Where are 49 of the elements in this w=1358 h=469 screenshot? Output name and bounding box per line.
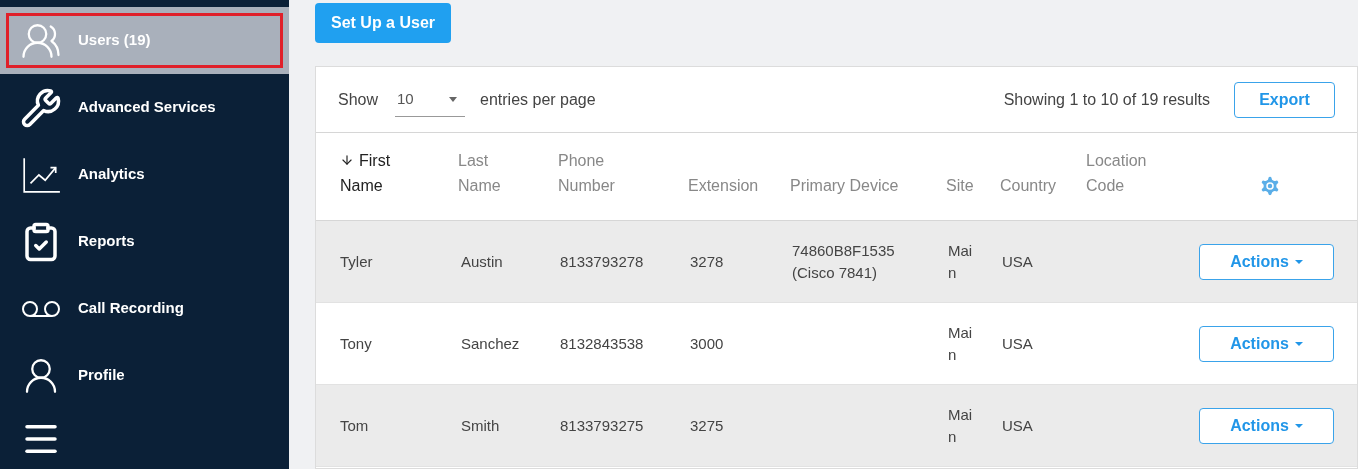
column-header[interactable]: Site bbox=[928, 173, 982, 198]
per-page-label: entries per page bbox=[480, 89, 596, 110]
table-cell-text: Main bbox=[948, 240, 974, 283]
table-cell-text: Sanchez bbox=[461, 333, 521, 354]
actions-button[interactable]: Actions bbox=[1199, 243, 1334, 280]
column-header[interactable]: Primary Device bbox=[772, 173, 928, 198]
column-header[interactable]: Last Name bbox=[440, 148, 540, 198]
column-header[interactable]: Country bbox=[982, 173, 1068, 198]
table-cell-text: Austin bbox=[461, 251, 504, 272]
caret-icon bbox=[1294, 341, 1303, 346]
sidebar-item[interactable]: Analytics bbox=[0, 141, 289, 208]
voicemail-icon bbox=[21, 298, 61, 319]
sidebar-item[interactable]: Profile bbox=[0, 342, 289, 409]
caret-icon bbox=[449, 96, 458, 102]
table-cell-text: 3275 bbox=[690, 415, 725, 436]
sort-down-icon bbox=[340, 153, 354, 168]
column-header[interactable]: Location Code bbox=[1068, 148, 1190, 198]
setup-user-button[interactable]: Set Up a User bbox=[315, 3, 452, 43]
sidebar-item[interactable]: Users (19) bbox=[0, 7, 289, 74]
tools-icon bbox=[20, 86, 62, 129]
table-cell-text: Main bbox=[948, 322, 974, 365]
export-button[interactable]: Export bbox=[1234, 81, 1335, 118]
column-header[interactable]: Extension bbox=[670, 173, 772, 198]
table-cell-text: Tyler bbox=[340, 251, 374, 272]
table-cell-text: 8132843538 bbox=[560, 333, 645, 354]
table-cell-text: Smith bbox=[461, 415, 501, 436]
table-cell-text: USA bbox=[1002, 333, 1034, 354]
table-cell-text: USA bbox=[1002, 415, 1034, 436]
show-label: Show bbox=[338, 89, 379, 110]
sidebar-item[interactable]: Reports bbox=[0, 208, 289, 275]
table-cell-text: 74860B8F1535 (Cisco 7841) bbox=[792, 240, 896, 283]
page-size-select[interactable]: 10 bbox=[395, 82, 466, 117]
actions-button[interactable]: Actions bbox=[1199, 325, 1334, 362]
table-cell-text: 3000 bbox=[690, 333, 725, 354]
sidebar-item[interactable]: Advanced Services bbox=[0, 74, 289, 141]
table-cell-text: 3278 bbox=[690, 251, 725, 272]
column-header[interactable]: Phone Number bbox=[540, 148, 670, 198]
column-header[interactable]: First Name bbox=[316, 148, 440, 198]
table-cell-text: 8133793275 bbox=[560, 415, 645, 436]
table-cell-text: Tom bbox=[340, 415, 370, 436]
table-cell-text: 8133793278 bbox=[560, 251, 645, 272]
actions-button[interactable]: Actions bbox=[1199, 407, 1334, 444]
results-summary: Showing 1 to 10 of 19 results bbox=[1003, 89, 1210, 110]
table-cell-text: Main bbox=[948, 404, 974, 447]
caret-icon bbox=[1294, 259, 1303, 264]
caret-icon bbox=[1294, 423, 1303, 428]
table-cell-text: USA bbox=[1002, 251, 1034, 272]
sidebar-item[interactable]: Call Recording bbox=[0, 275, 289, 342]
table-cell-text: Tony bbox=[340, 333, 373, 354]
